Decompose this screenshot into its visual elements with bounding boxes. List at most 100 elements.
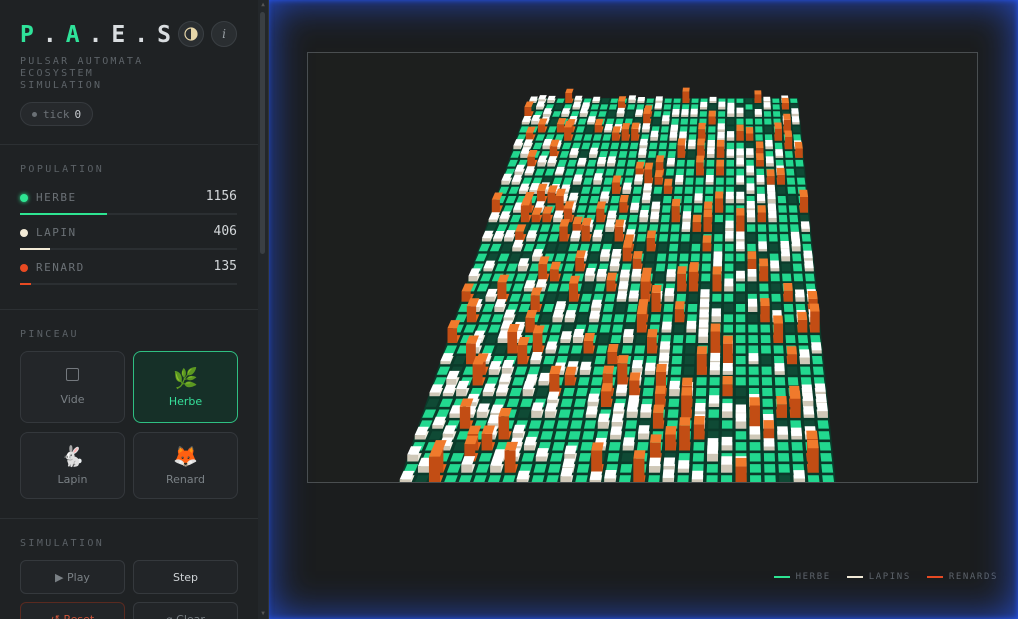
clear-button[interactable]: ⌀ Clear [133,602,238,619]
population-bar [20,283,237,285]
fox-block [766,176,775,185]
rabbit-block-top [666,269,676,277]
scrollbar-thumb[interactable] [260,12,265,254]
simulation-viewport[interactable] [307,52,978,483]
play-button[interactable]: ▶ Play [20,560,125,594]
fox-block-top [636,306,648,315]
brush-label: Vide [60,393,85,406]
grid-cell [784,324,795,333]
grid-cell [774,142,783,150]
grid-cell [670,224,680,232]
brush-lapin-button[interactable]: 🐇 Lapin [20,432,125,499]
sidebar-scrollbar[interactable]: ▲ ▼ [258,0,269,619]
rabbit-block [517,265,527,272]
rabbit-block [496,392,507,397]
grid-cell [679,253,689,262]
grid-cell [709,104,717,110]
grid-cell [768,224,778,232]
rabbit-block-top [662,469,675,478]
fox-block-top [677,138,686,146]
fox-block-top [806,439,819,449]
grid-cell [684,186,693,194]
rabbit-block-top [616,107,625,114]
grid-cell [658,234,669,242]
rabbit-block-top [763,438,775,447]
theme-toggle-button[interactable] [178,21,204,47]
brush-herbe-button[interactable]: 🌿 Herbe [133,351,238,423]
reset-button[interactable]: ↺ Reset [20,602,125,619]
simulation-title: SIMULATION [20,538,105,549]
grid-cell [763,453,776,462]
fox-block-top [654,170,664,178]
grid-cell [748,366,759,375]
population-row-lapin: LAPIN 406 [20,224,237,260]
rabbit-block [650,218,659,223]
rabbit-block-top [694,403,706,412]
grid-cell [618,475,632,482]
grid-cell [648,475,660,482]
rabbit-block-top [727,107,735,114]
rabbit-block-top [626,403,639,412]
brush-renard-button[interactable]: 🦊 Renard [133,432,238,499]
rabbit-block [531,256,541,262]
rabbit-block-top [713,258,723,266]
info-button[interactable]: i [211,21,237,47]
rabbit-block [634,181,642,185]
fox-block [559,226,568,242]
brush-title: PINCEAU [20,329,79,340]
grid-cell [818,431,831,440]
grid-cell [723,304,734,312]
fox-block-top [749,397,760,406]
grid-cell [748,377,759,386]
fox-block-top [736,124,744,131]
rabbit-block [767,198,776,204]
rabbit-block-top [724,278,734,287]
rabbit-block [671,114,679,117]
brush-vide-button[interactable]: Vide [20,351,125,423]
grid-cell [636,104,645,110]
grid-cell [608,104,618,110]
rabbit-block-top [717,132,725,139]
rabbit-block-top [794,289,805,298]
rabbit-block-top [725,220,734,229]
grid-cell [578,453,592,462]
fox-block-top [674,301,685,310]
grid-cell [772,104,780,110]
grid-cell [783,304,794,312]
grid-cell [575,475,588,482]
grid-cell [760,345,771,354]
grid-cell [757,224,767,232]
fox-block [703,216,712,232]
grid-cell [724,293,734,302]
rabbit-block [440,361,451,365]
fox-block [537,124,546,133]
rabbit-block-top [814,383,826,392]
grid-cell [662,196,672,204]
fox-block [784,136,793,150]
legend-swatch [926,576,943,578]
rabbit-block-top [637,425,650,434]
rabbit-block-top [736,157,744,165]
scroll-up-icon[interactable]: ▲ [260,2,266,8]
grid-cell [684,356,695,365]
grid-cell [736,168,745,176]
grid-cell [786,168,795,176]
grid-cell [620,142,629,150]
rabbit-block [736,238,745,242]
sidebar: P.A.E.S. i PULSAR AUTOMATA ECOSYSTEM SIM… [0,0,259,619]
rabbit-block [746,217,756,223]
fox-block-top [781,97,790,103]
grid-cell [779,224,789,232]
grid-cell [745,104,753,110]
fox-block [640,281,650,302]
rabbit-block-top [706,147,715,154]
rabbit-block-top [618,281,629,289]
fox-block [716,146,725,158]
grid-cell [668,253,678,262]
step-button[interactable]: Step [133,560,238,594]
scroll-down-icon[interactable]: ▼ [260,611,266,617]
legend-swatch [846,576,863,578]
rabbit-block [626,411,638,418]
fox-block-top [757,205,766,213]
grid-cell [759,283,769,292]
